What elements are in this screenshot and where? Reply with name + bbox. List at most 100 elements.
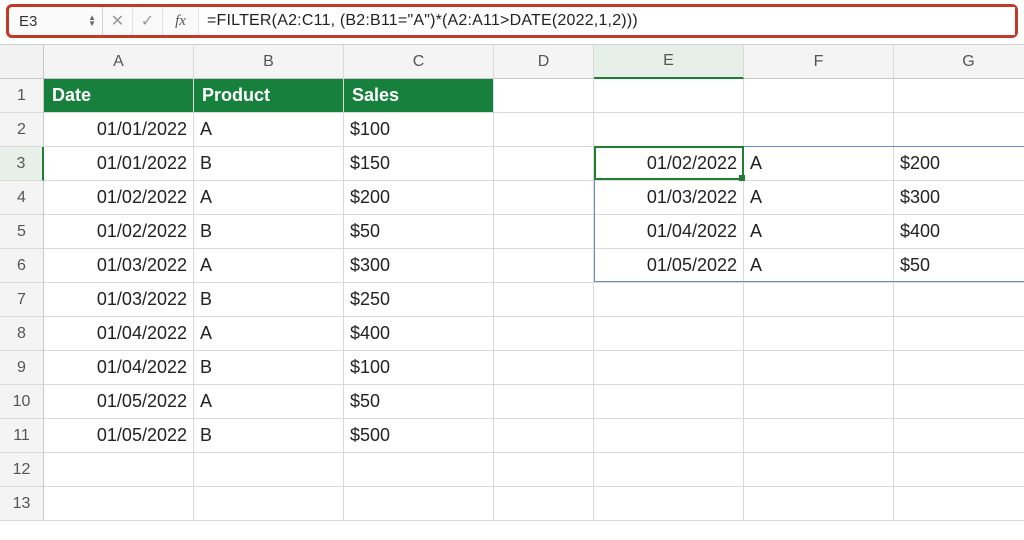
cell-F12[interactable] — [744, 453, 894, 487]
row-header-6[interactable]: 6 — [0, 249, 44, 283]
cell-C7[interactable]: $250 — [344, 283, 494, 317]
cell-D7[interactable] — [494, 283, 594, 317]
row-header-3[interactable]: 3 — [0, 147, 44, 181]
cell-D9[interactable] — [494, 351, 594, 385]
name-box-stepper[interactable]: ▲ ▼ — [88, 15, 96, 27]
cell-B4[interactable]: A — [194, 181, 344, 215]
cell-G10[interactable] — [894, 385, 1024, 419]
cell-D11[interactable] — [494, 419, 594, 453]
cell-G8[interactable] — [894, 317, 1024, 351]
cell-F2[interactable] — [744, 113, 894, 147]
cell-B11[interactable]: B — [194, 419, 344, 453]
col-header-E[interactable]: E — [594, 45, 744, 79]
name-box[interactable]: E3 ▲ ▼ — [9, 7, 103, 35]
cell-C1[interactable]: Sales — [344, 79, 494, 113]
cell-C3[interactable]: $150 — [344, 147, 494, 181]
cell-B10[interactable]: A — [194, 385, 344, 419]
cell-F10[interactable] — [744, 385, 894, 419]
cell-G2[interactable] — [894, 113, 1024, 147]
col-header-A[interactable]: A — [44, 45, 194, 79]
cell-G3[interactable]: $200 — [894, 147, 1024, 181]
cell-D1[interactable] — [494, 79, 594, 113]
cell-B6[interactable]: A — [194, 249, 344, 283]
cell-E13[interactable] — [594, 487, 744, 521]
row-header-7[interactable]: 7 — [0, 283, 44, 317]
cell-A1[interactable]: Date — [44, 79, 194, 113]
cell-F1[interactable] — [744, 79, 894, 113]
col-header-F[interactable]: F — [744, 45, 894, 79]
chevron-down-icon[interactable]: ▼ — [88, 21, 96, 27]
cell-E1[interactable] — [594, 79, 744, 113]
cell-A2[interactable]: 01/01/2022 — [44, 113, 194, 147]
cell-G12[interactable] — [894, 453, 1024, 487]
cell-B5[interactable]: B — [194, 215, 344, 249]
cell-E10[interactable] — [594, 385, 744, 419]
cell-G6[interactable]: $50 — [894, 249, 1024, 283]
cell-D3[interactable] — [494, 147, 594, 181]
cancel-formula-button[interactable]: ✕ — [103, 7, 133, 35]
row-header-10[interactable]: 10 — [0, 385, 44, 419]
row-header-1[interactable]: 1 — [0, 79, 44, 113]
cell-D6[interactable] — [494, 249, 594, 283]
row-header-5[interactable]: 5 — [0, 215, 44, 249]
cell-F3[interactable]: A — [744, 147, 894, 181]
cell-B8[interactable]: A — [194, 317, 344, 351]
col-header-B[interactable]: B — [194, 45, 344, 79]
cell-C13[interactable] — [344, 487, 494, 521]
row-header-11[interactable]: 11 — [0, 419, 44, 453]
cell-F5[interactable]: A — [744, 215, 894, 249]
select-all-corner[interactable] — [0, 45, 44, 79]
cell-A12[interactable] — [44, 453, 194, 487]
cell-E9[interactable] — [594, 351, 744, 385]
cell-D12[interactable] — [494, 453, 594, 487]
col-header-D[interactable]: D — [494, 45, 594, 79]
cell-A13[interactable] — [44, 487, 194, 521]
row-header-4[interactable]: 4 — [0, 181, 44, 215]
cell-D8[interactable] — [494, 317, 594, 351]
cell-C10[interactable]: $50 — [344, 385, 494, 419]
row-header-12[interactable]: 12 — [0, 453, 44, 487]
cell-A4[interactable]: 01/02/2022 — [44, 181, 194, 215]
col-header-C[interactable]: C — [344, 45, 494, 79]
cell-B7[interactable]: B — [194, 283, 344, 317]
cell-G1[interactable] — [894, 79, 1024, 113]
cell-E12[interactable] — [594, 453, 744, 487]
cell-B2[interactable]: A — [194, 113, 344, 147]
row-header-8[interactable]: 8 — [0, 317, 44, 351]
cell-C6[interactable]: $300 — [344, 249, 494, 283]
cell-D13[interactable] — [494, 487, 594, 521]
cell-D10[interactable] — [494, 385, 594, 419]
cell-A7[interactable]: 01/03/2022 — [44, 283, 194, 317]
cell-G4[interactable]: $300 — [894, 181, 1024, 215]
cell-C4[interactable]: $200 — [344, 181, 494, 215]
cell-A10[interactable]: 01/05/2022 — [44, 385, 194, 419]
cell-E6[interactable]: 01/05/2022 — [594, 249, 744, 283]
cell-B12[interactable] — [194, 453, 344, 487]
cell-F13[interactable] — [744, 487, 894, 521]
cell-A5[interactable]: 01/02/2022 — [44, 215, 194, 249]
fx-button[interactable]: fx — [163, 7, 199, 35]
spreadsheet-grid[interactable]: A B C D E F G 1 Date Product Sales 2 01/… — [0, 44, 1024, 521]
cell-E5[interactable]: 01/04/2022 — [594, 215, 744, 249]
cell-A8[interactable]: 01/04/2022 — [44, 317, 194, 351]
row-header-13[interactable]: 13 — [0, 487, 44, 521]
cell-B3[interactable]: B — [194, 147, 344, 181]
cell-B9[interactable]: B — [194, 351, 344, 385]
cell-G7[interactable] — [894, 283, 1024, 317]
cell-D2[interactable] — [494, 113, 594, 147]
cell-F8[interactable] — [744, 317, 894, 351]
cell-B13[interactable] — [194, 487, 344, 521]
cell-F7[interactable] — [744, 283, 894, 317]
cell-C12[interactable] — [344, 453, 494, 487]
cell-F11[interactable] — [744, 419, 894, 453]
row-header-2[interactable]: 2 — [0, 113, 44, 147]
cell-G13[interactable] — [894, 487, 1024, 521]
formula-input[interactable]: =FILTER(A2:C11, (B2:B11="A")*(A2:A11>DAT… — [199, 7, 1015, 35]
cell-A3[interactable]: 01/01/2022 — [44, 147, 194, 181]
cell-E11[interactable] — [594, 419, 744, 453]
cell-B1[interactable]: Product — [194, 79, 344, 113]
row-header-9[interactable]: 9 — [0, 351, 44, 385]
cell-C11[interactable]: $500 — [344, 419, 494, 453]
cell-C5[interactable]: $50 — [344, 215, 494, 249]
cell-E2[interactable] — [594, 113, 744, 147]
